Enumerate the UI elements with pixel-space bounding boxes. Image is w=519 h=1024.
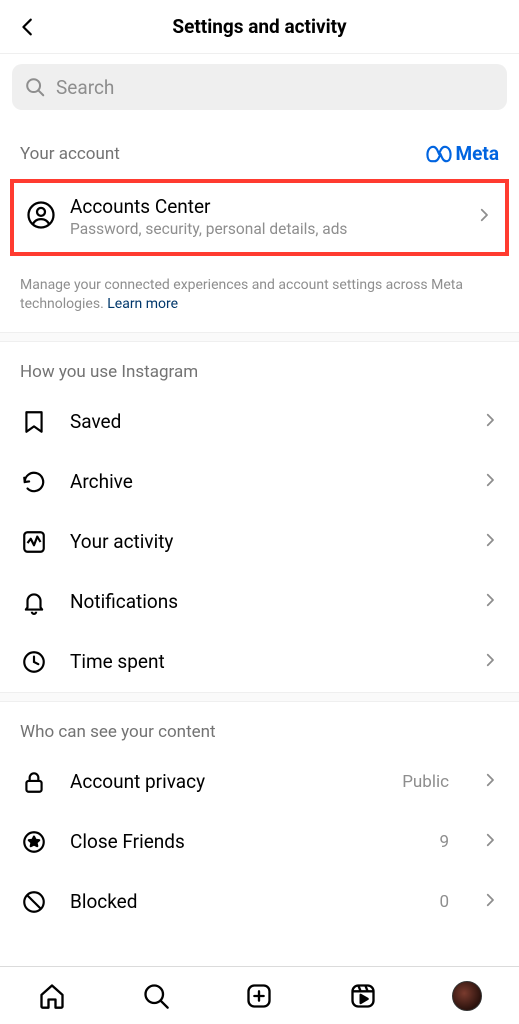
account-footnote: Manage your connected experiences and ac… [0,266,519,332]
chevron-right-icon [481,531,499,553]
blocked-icon [20,888,48,916]
row-closefriends[interactable]: Close Friends 9 [0,812,519,872]
tab-search[interactable] [136,976,176,1016]
row-archive-label: Archive [70,470,459,493]
row-privacy[interactable]: Account privacy Public [0,752,519,812]
star-circle-icon [20,828,48,856]
learn-more-link[interactable]: Learn more [107,296,178,312]
row-blocked[interactable]: Blocked 0 [0,872,519,932]
row-notifications[interactable]: Notifications [0,572,519,632]
row-timespent-label: Time spent [70,650,459,673]
chevron-right-icon [481,411,499,433]
chevron-right-icon [481,831,499,853]
tab-home[interactable] [32,976,72,1016]
chevron-right-icon [481,771,499,793]
search-input[interactable]: Search [12,64,507,110]
bottom-tabbar [0,966,519,1024]
search-icon [24,76,46,98]
search-placeholder: Search [56,76,114,99]
chevron-right-icon [481,651,499,673]
accounts-center-subtitle: Password, security, personal details, ad… [70,220,461,238]
row-saved-label: Saved [70,410,459,433]
row-blocked-value: 0 [439,892,449,912]
chevron-right-icon [481,591,499,613]
visibility-section-label: Who can see your content [0,702,519,752]
usage-section-label: How you use Instagram [0,342,519,392]
row-closefriends-value: 9 [439,832,449,852]
search-icon [142,982,170,1010]
account-section-header: Your account Meta [0,122,519,169]
accounts-center-title: Accounts Center [70,195,461,218]
tab-profile[interactable] [447,976,487,1016]
row-closefriends-label: Close Friends [70,830,417,853]
section-divider [0,332,519,342]
home-icon [38,982,66,1010]
row-privacy-value: Public [402,772,449,792]
meta-brand-text: Meta [456,142,500,165]
search-container: Search [0,54,519,122]
meta-brand: Meta [426,142,500,165]
page-title: Settings and activity [172,15,346,38]
row-archive[interactable]: Archive [0,452,519,512]
lock-icon [20,768,48,796]
row-privacy-label: Account privacy [70,770,380,793]
archive-icon [20,468,48,496]
meta-icon [426,145,452,163]
chevron-left-icon [17,16,39,38]
reels-icon [349,982,377,1010]
plus-square-icon [245,982,273,1010]
chevron-right-icon [475,206,493,228]
avatar-icon [452,981,482,1011]
person-circle-icon [26,200,56,234]
tab-create[interactable] [239,976,279,1016]
row-timespent[interactable]: Time spent [0,632,519,692]
row-activity-label: Your activity [70,530,459,553]
chevron-right-icon [481,891,499,913]
chevron-right-icon [481,471,499,493]
section-divider [0,692,519,702]
account-footnote-text: Manage your connected experiences and ac… [20,277,463,312]
row-notifications-label: Notifications [70,590,459,613]
clock-icon [20,648,48,676]
bell-icon [20,588,48,616]
bookmark-icon [20,408,48,436]
row-activity[interactable]: Your activity [0,512,519,572]
accounts-center-highlight: Accounts Center Password, security, pers… [10,179,509,256]
accounts-center-row[interactable]: Accounts Center Password, security, pers… [20,191,499,242]
header: Settings and activity [0,0,519,54]
activity-icon [20,528,48,556]
account-section-label: Your account [20,144,120,164]
back-button[interactable] [14,13,42,41]
row-blocked-label: Blocked [70,890,417,913]
tab-reels[interactable] [343,976,383,1016]
row-saved[interactable]: Saved [0,392,519,452]
